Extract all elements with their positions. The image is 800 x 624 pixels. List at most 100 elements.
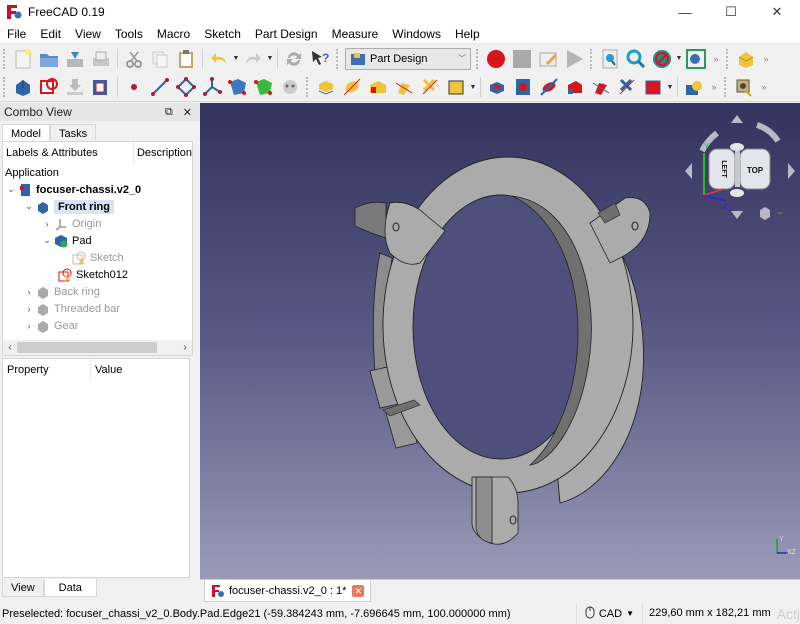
- front-ring-model[interactable]: [354, 156, 651, 545]
- subtractive-helix-button[interactable]: [614, 75, 640, 99]
- whats-this-button[interactable]: ?: [307, 47, 333, 71]
- additive-pipe-button[interactable]: [391, 75, 417, 99]
- maximize-button[interactable]: ☐: [708, 0, 754, 24]
- close-document-icon[interactable]: ✕: [352, 584, 365, 597]
- refresh-button[interactable]: [281, 47, 307, 71]
- nav-right-arrow-icon[interactable]: [788, 163, 795, 179]
- close-button[interactable]: ✕: [754, 0, 800, 24]
- menu-windows[interactable]: Windows: [385, 27, 448, 41]
- tree-item-pad[interactable]: ⌄ Pad: [41, 232, 92, 249]
- subtractive-primitive-dropdown-icon[interactable]: ▼: [666, 84, 674, 91]
- additive-primitive-dropdown-icon[interactable]: ▼: [469, 84, 477, 91]
- document-tab[interactable]: focuser-chassi.v2_0 : 1* ✕: [204, 580, 372, 602]
- undo-dropdown-icon[interactable]: ▼: [232, 55, 240, 62]
- tree-item-sketch012[interactable]: Sketch012: [57, 266, 128, 283]
- new-document-button[interactable]: [10, 47, 36, 71]
- menu-sketch[interactable]: Sketch: [197, 27, 248, 41]
- tree-horizontal-scrollbar[interactable]: ‹ ›: [3, 340, 192, 355]
- toolbar-overflow-button[interactable]: »: [709, 54, 723, 64]
- tree-column-labels[interactable]: Labels & Attributes: [3, 142, 134, 164]
- chevron-down-icon[interactable]: ⌄: [41, 235, 53, 246]
- copy-icon[interactable]: [147, 47, 173, 71]
- tree-column-description[interactable]: Description: [134, 147, 192, 159]
- chevron-right-icon[interactable]: ›: [23, 321, 35, 331]
- toolbar-overflow-button[interactable]: »: [759, 54, 773, 64]
- tab-data[interactable]: Data: [43, 579, 97, 597]
- tree-item-back-ring[interactable]: › Back ring: [23, 283, 100, 300]
- menu-edit[interactable]: Edit: [33, 27, 68, 41]
- menu-measure[interactable]: Measure: [325, 27, 386, 41]
- menu-help[interactable]: Help: [448, 27, 487, 41]
- validate-sketch-button[interactable]: [62, 75, 88, 99]
- datum-line-button[interactable]: [147, 75, 173, 99]
- redo-button[interactable]: [240, 47, 266, 71]
- undock-icon[interactable]: ⧉: [165, 106, 173, 119]
- shape-binder-button[interactable]: [225, 75, 251, 99]
- tab-view[interactable]: View: [2, 579, 44, 597]
- scroll-left-icon[interactable]: ‹: [3, 342, 17, 353]
- toolbar-grip[interactable]: [476, 48, 480, 69]
- scroll-right-icon[interactable]: ›: [178, 342, 192, 353]
- chevron-down-icon[interactable]: ⌄: [23, 201, 35, 212]
- nav-left-arrow-icon[interactable]: [685, 163, 692, 179]
- additive-loft-button[interactable]: [365, 75, 391, 99]
- toolbar-grip[interactable]: [306, 77, 310, 97]
- pad-button[interactable]: [313, 75, 339, 99]
- rotate-right-icon[interactable]: [756, 122, 781, 143]
- nav-down-arrow-icon[interactable]: [731, 211, 743, 219]
- boolean-button[interactable]: [681, 75, 707, 99]
- navigation-cube[interactable]: LEFT TOP Y Z: [682, 111, 800, 229]
- chevron-right-icon[interactable]: ›: [41, 219, 53, 229]
- macro-edit-button[interactable]: [535, 47, 561, 71]
- save-button[interactable]: [62, 47, 88, 71]
- part-icon[interactable]: [733, 47, 759, 71]
- workbench-selector[interactable]: Part Design ﹀: [345, 47, 471, 70]
- additive-helix-button[interactable]: [417, 75, 443, 99]
- redo-dropdown-icon[interactable]: ▼: [266, 55, 274, 62]
- navigation-style-selector[interactable]: CAD ▼: [575, 603, 642, 624]
- fit-all-button[interactable]: [597, 47, 623, 71]
- bounding-box-button[interactable]: [683, 47, 709, 71]
- tab-model[interactable]: Model: [2, 124, 50, 142]
- tree-item-threaded-bar[interactable]: › Threaded bar: [23, 300, 120, 317]
- tree-item-sketch[interactable]: Sketch: [71, 249, 124, 266]
- close-panel-icon[interactable]: ✕: [183, 106, 192, 119]
- scrollbar-thumb[interactable]: [17, 342, 157, 353]
- tree-item-gear[interactable]: › Gear: [23, 317, 78, 334]
- value-column[interactable]: Value: [91, 364, 122, 376]
- property-column[interactable]: Property: [3, 359, 91, 381]
- 3d-viewport[interactable]: LEFT TOP Y Z Y XZ: [200, 103, 800, 579]
- menu-view[interactable]: View: [68, 27, 108, 41]
- menu-part-design[interactable]: Part Design: [248, 27, 325, 41]
- tree-item-front-ring[interactable]: ⌄ Front ring: [23, 198, 114, 215]
- toolbar-grip[interactable]: [590, 48, 594, 69]
- groove-button[interactable]: [536, 75, 562, 99]
- chevron-down-icon[interactable]: ⌄: [5, 184, 17, 195]
- hole-button[interactable]: [510, 75, 536, 99]
- subtractive-loft-button[interactable]: [562, 75, 588, 99]
- toolbar-grip[interactable]: [3, 48, 7, 69]
- local-coordinate-system-button[interactable]: [199, 75, 225, 99]
- attach-sketch-button[interactable]: [88, 75, 114, 99]
- print-button[interactable]: [88, 47, 114, 71]
- measure-button[interactable]: [731, 75, 757, 99]
- nav-up-arrow-icon[interactable]: [731, 115, 743, 123]
- menu-tools[interactable]: Tools: [108, 27, 150, 41]
- subtractive-pipe-button[interactable]: [588, 75, 614, 99]
- open-button[interactable]: [36, 47, 62, 71]
- tab-tasks[interactable]: Tasks: [49, 124, 97, 142]
- macro-record-button[interactable]: [483, 47, 509, 71]
- paste-icon[interactable]: [173, 47, 199, 71]
- minimize-button[interactable]: —: [662, 0, 708, 24]
- chevron-right-icon[interactable]: ›: [23, 304, 35, 314]
- toolbar-grip[interactable]: [336, 48, 340, 69]
- datum-point-button[interactable]: [121, 75, 147, 99]
- draw-style-button[interactable]: [649, 47, 675, 71]
- draw-style-dropdown-icon[interactable]: ▼: [675, 55, 683, 62]
- datum-plane-button[interactable]: [173, 75, 199, 99]
- tree-item-origin[interactable]: › Origin: [41, 215, 101, 232]
- macro-run-button[interactable]: [561, 47, 587, 71]
- cut-icon[interactable]: [121, 47, 147, 71]
- toolbar-grip[interactable]: [726, 48, 730, 69]
- toolbar-overflow-button[interactable]: »: [757, 82, 771, 92]
